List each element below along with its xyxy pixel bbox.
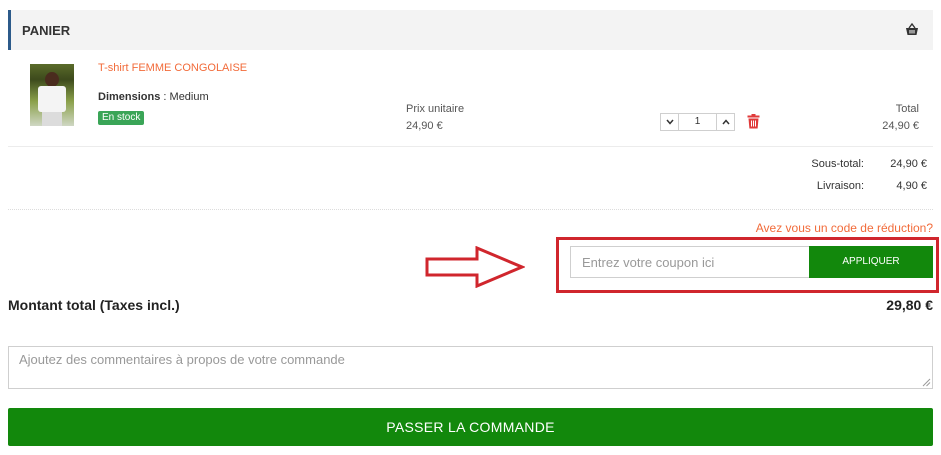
- product-image[interactable]: [30, 64, 74, 126]
- line-total-label: Total: [895, 103, 919, 115]
- grand-total-value: 29,80 €: [886, 297, 933, 313]
- apply-coupon-button[interactable]: APPLIQUER: [809, 246, 933, 278]
- arrow-right-icon: [425, 246, 525, 288]
- unit-price-value: 24,90 €: [406, 120, 443, 132]
- unit-price-label: Prix unitaire: [406, 103, 465, 115]
- grand-total-label: Montant total (Taxes incl.): [8, 297, 180, 313]
- quantity-decrease-button[interactable]: [661, 114, 679, 130]
- product-name-link[interactable]: T-shirt FEMME CONGOLAISE: [98, 62, 247, 74]
- dimensions-value: : Medium: [160, 91, 209, 103]
- shipping-value: 4,90 €: [896, 180, 927, 192]
- quantity-value[interactable]: 1: [679, 114, 716, 130]
- shipping-label: Livraison:: [816, 180, 864, 192]
- divider: [8, 146, 933, 147]
- dimensions-label: Dimensions: [98, 91, 161, 103]
- cart-header: PANIER: [8, 10, 933, 50]
- basket-icon: [906, 23, 918, 35]
- checkout-button[interactable]: PASSER LA COMMANDE: [8, 408, 933, 446]
- quantity-stepper: 1: [660, 113, 735, 131]
- line-total-value: 24,90 €: [882, 120, 919, 132]
- cart-title: PANIER: [22, 23, 71, 38]
- product-dimensions: Dimensions : Medium: [98, 91, 209, 103]
- chevron-down-icon: [665, 119, 674, 125]
- quantity-increase-button[interactable]: [716, 114, 734, 130]
- order-comments-field[interactable]: [8, 346, 933, 389]
- chevron-up-icon: [721, 119, 730, 125]
- subtotal-value: 24,90 €: [890, 158, 927, 170]
- divider: [8, 209, 933, 210]
- subtotal-label: Sous-total:: [811, 158, 864, 170]
- stock-badge: En stock: [98, 111, 145, 125]
- promo-code-link[interactable]: Avez vous un code de réduction?: [756, 221, 933, 235]
- coupon-input[interactable]: [570, 246, 810, 278]
- trash-icon[interactable]: [747, 114, 760, 129]
- resize-grip-icon[interactable]: [922, 378, 931, 387]
